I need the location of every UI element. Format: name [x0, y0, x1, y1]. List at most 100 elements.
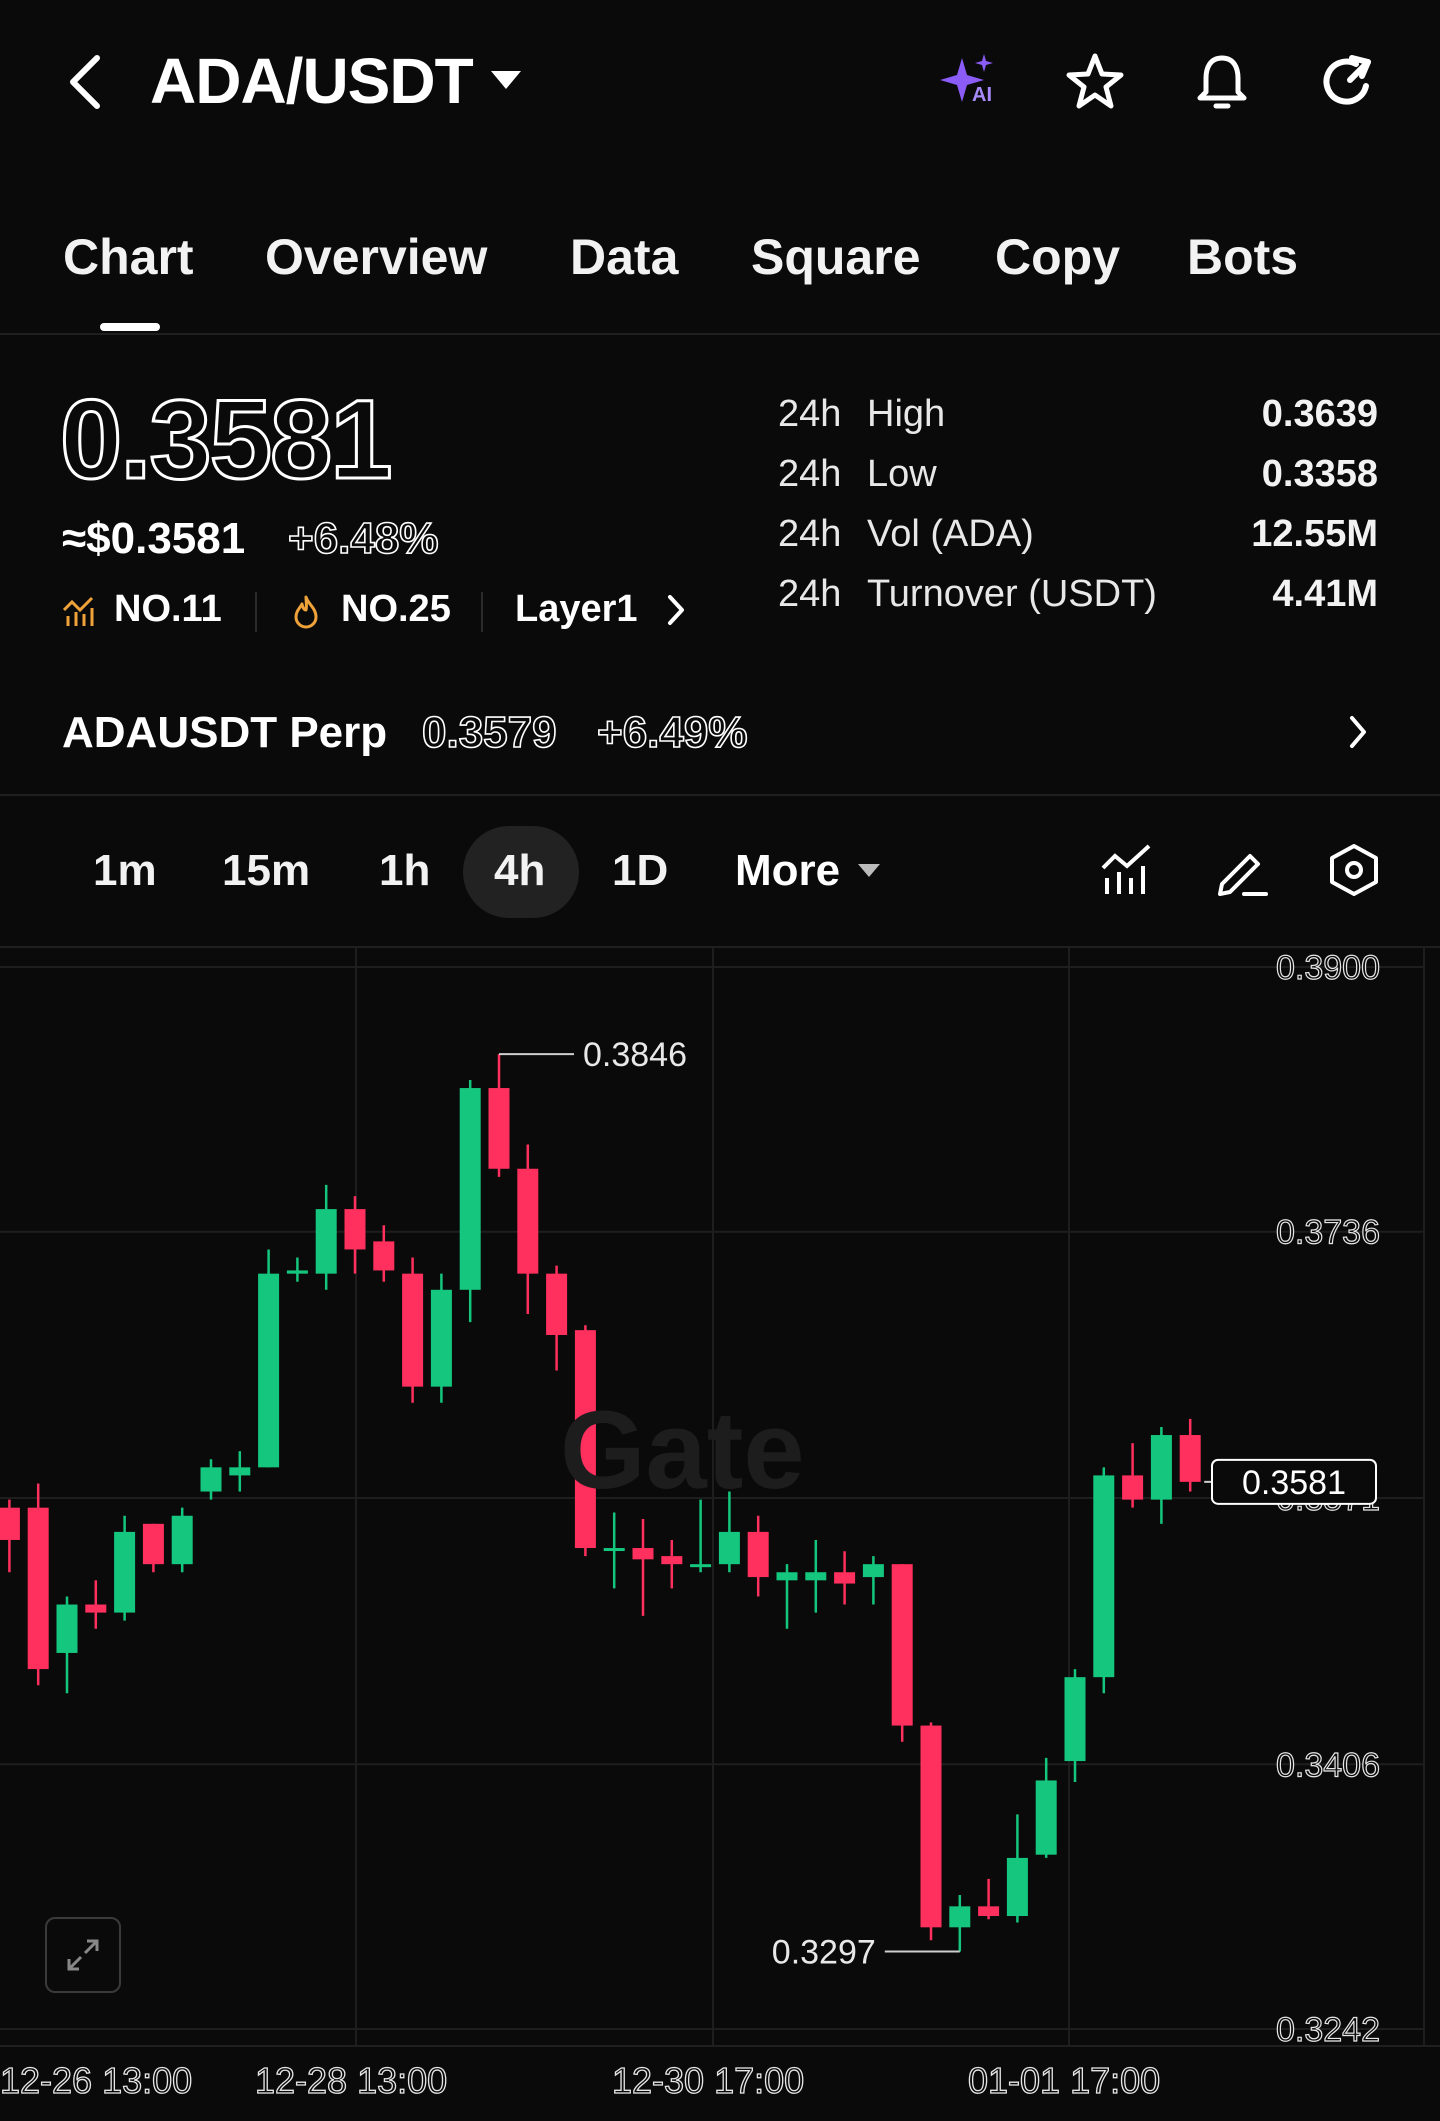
candle-body — [690, 1564, 712, 1568]
stat-low-label: Low — [867, 453, 937, 495]
expand-icon — [67, 1939, 99, 1971]
x-axis-tick-label: 12-28 13:00 — [254, 2059, 448, 2101]
candle-body — [56, 1604, 78, 1653]
candle-body — [286, 1270, 308, 1274]
market-rank[interactable]: NO.11 — [114, 588, 222, 631]
tab-chart[interactable]: Chart — [63, 228, 194, 286]
candle-body — [459, 1088, 481, 1290]
timeframe-1m[interactable]: 1m — [93, 846, 157, 896]
back-arrow-icon[interactable] — [55, 50, 119, 114]
stat-prefix: 24h — [778, 453, 842, 495]
candle-body — [142, 1523, 164, 1565]
candle-body — [488, 1088, 510, 1169]
candle-body — [344, 1209, 366, 1250]
stat-turnover-label: Turnover (USDT) — [867, 573, 1157, 615]
more-label: More — [735, 846, 841, 895]
candle-body — [1122, 1475, 1144, 1500]
usd-equivalent: ≈$0.3581 — [62, 514, 246, 563]
time-axis-divider — [0, 2045, 1440, 2047]
candle-body — [1064, 1677, 1086, 1762]
stat-vol-label: Vol (ADA) — [867, 513, 1034, 555]
current-price-label: 0.3581 — [1242, 1464, 1346, 1502]
stat-turnover-value: 4.41M — [1272, 573, 1378, 615]
chevron-right-icon — [1350, 716, 1366, 748]
tab-divider — [0, 333, 1440, 335]
candle-body — [517, 1168, 539, 1274]
candle-body — [315, 1209, 337, 1274]
candle-body — [27, 1507, 49, 1670]
favorite-star-icon[interactable] — [1063, 50, 1127, 114]
candle-body — [920, 1725, 942, 1928]
candle-body — [834, 1572, 856, 1584]
rank-separator — [255, 592, 257, 632]
perp-row[interactable]: ADAUSDT Perp 0.3579 +6.49% — [0, 676, 1440, 792]
candle-body — [430, 1289, 452, 1387]
y-axis-tick-label: 0.3736 — [1276, 1214, 1380, 1252]
perp-price: 0.3579 — [421, 707, 557, 758]
candle-body — [85, 1604, 107, 1613]
perp-divider — [0, 794, 1440, 796]
candle-body — [805, 1572, 827, 1581]
candle-body — [1035, 1780, 1057, 1855]
tab-bots[interactable]: Bots — [1187, 228, 1298, 286]
fullscreen-button[interactable] — [45, 1917, 121, 1993]
candle-body — [402, 1273, 424, 1387]
candle-body — [718, 1531, 740, 1565]
share-refresh-icon[interactable] — [1316, 50, 1380, 114]
tab-data[interactable]: Data — [570, 228, 678, 286]
pair-selector[interactable]: ADA/USDT — [150, 44, 521, 118]
stat-low-value: 0.3358 — [1261, 453, 1378, 495]
timeframe-1d[interactable]: 1D — [612, 846, 668, 896]
timeframe-4h[interactable]: 4h — [494, 846, 545, 896]
timeframe-15m[interactable]: 15m — [222, 846, 310, 896]
low-marker-label: 0.3297 — [772, 1934, 876, 1972]
candle-body — [978, 1906, 1000, 1917]
flame-icon — [294, 595, 318, 629]
x-axis-tick-label: 01-01 17:00 — [967, 2059, 1161, 2101]
x-axis-tick-label: 12-30 17:00 — [611, 2059, 805, 2101]
high-marker-label: 0.3846 — [583, 1036, 687, 1074]
y-axis-tick-label: 0.3406 — [1276, 1746, 1380, 1784]
candle-body — [661, 1556, 683, 1565]
chevron-right-icon — [667, 594, 684, 625]
tab-overview[interactable]: Overview — [265, 228, 487, 286]
timeframe-more[interactable]: More — [735, 846, 881, 896]
candle-body — [171, 1515, 193, 1565]
market-cap-rank-icon — [62, 596, 94, 626]
candle-body — [632, 1548, 654, 1560]
pair-title: ADA/USDT — [150, 45, 474, 117]
last-price: 0.3581 — [59, 376, 395, 504]
candle-body — [0, 1507, 20, 1540]
candle-body — [1093, 1475, 1115, 1678]
tab-square[interactable]: Square — [751, 228, 921, 286]
stat-high-value: 0.3639 — [1261, 393, 1378, 435]
ai-badge: AI — [972, 84, 992, 106]
caret-down-icon — [490, 71, 521, 89]
price-change: +6.48% — [287, 513, 439, 564]
candle-body — [373, 1241, 395, 1271]
candle-body — [776, 1572, 798, 1581]
timeframe-1h[interactable]: 1h — [379, 846, 430, 896]
candle-body — [747, 1531, 769, 1578]
candle-body — [200, 1467, 222, 1492]
stat-prefix: 24h — [778, 393, 842, 435]
top-bar: ADA/USDT AI — [0, 0, 1440, 170]
candle-body — [1150, 1435, 1172, 1500]
tab-copy[interactable]: Copy — [995, 228, 1120, 286]
candle-body — [603, 1548, 625, 1552]
rank-separator-2 — [481, 592, 483, 632]
ai-assistant-icon[interactable]: AI — [936, 50, 1000, 114]
indicators-icon[interactable] — [1095, 838, 1159, 902]
stat-prefix: 24h — [778, 573, 842, 615]
stat-high-label: High — [867, 393, 946, 435]
sector-link[interactable]: Layer1 — [515, 588, 686, 631]
y-axis-tick-label: 0.3900 — [1276, 949, 1380, 987]
bell-icon[interactable] — [1190, 50, 1254, 114]
hot-rank[interactable]: NO.25 — [341, 588, 451, 631]
stat-vol-value: 12.55M — [1251, 513, 1378, 555]
candlestick-chart[interactable]: 0.38460.32970.39000.37360.35710.34060.32… — [0, 947, 1440, 2047]
draw-pen-icon[interactable] — [1210, 838, 1274, 902]
settings-hex-icon[interactable] — [1322, 838, 1386, 902]
candle-body — [546, 1273, 568, 1335]
caret-down-icon — [858, 864, 881, 877]
